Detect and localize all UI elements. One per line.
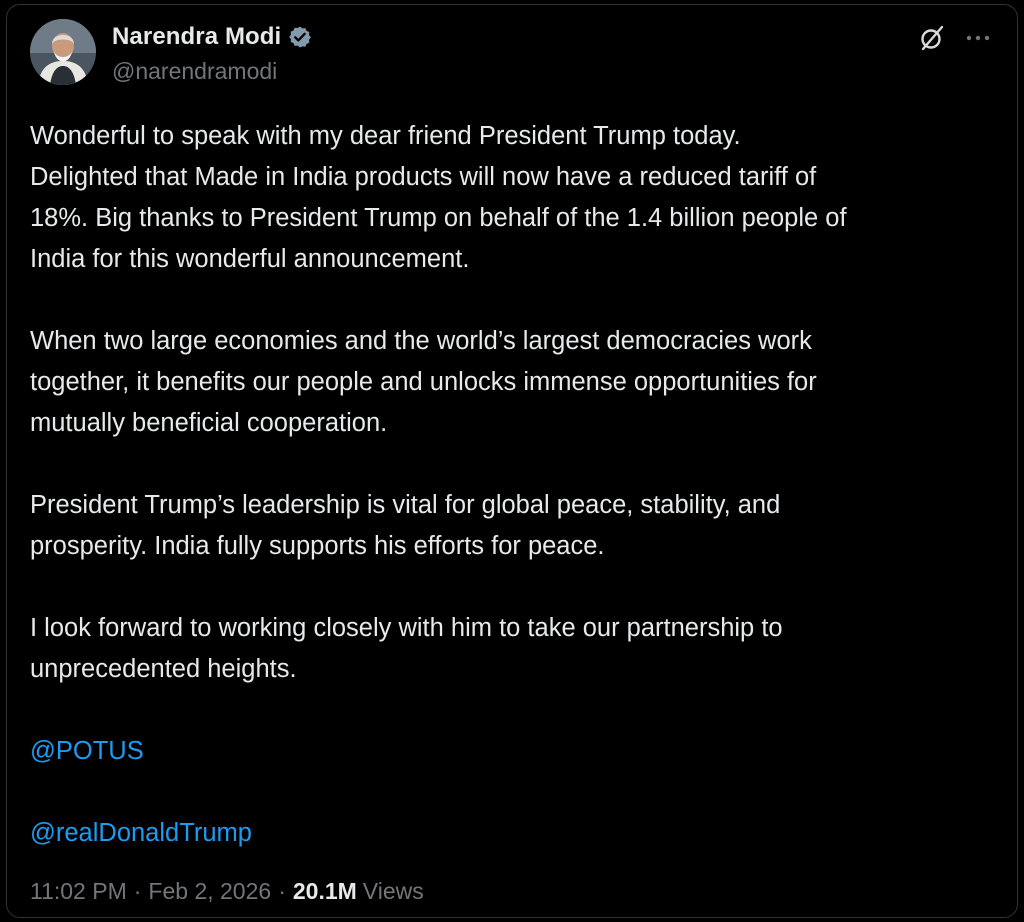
post-body: Wonderful to speak with my dear friend P… bbox=[30, 116, 1005, 895]
meta-separator: · bbox=[278, 878, 286, 904]
post-paragraph: When two large economies and the world’s… bbox=[30, 327, 817, 437]
mention-link-potus[interactable]: @POTUS bbox=[30, 731, 1005, 772]
avatar-photo-icon bbox=[30, 19, 96, 85]
more-options-icon[interactable] bbox=[962, 26, 994, 50]
post-card: Narendra Modi @narendramodi Wonderful to… bbox=[0, 0, 1024, 922]
grok-icon[interactable] bbox=[918, 24, 946, 52]
post-paragraph: Wonderful to speak with my dear friend P… bbox=[30, 122, 847, 273]
post-time[interactable]: 11:02 PM bbox=[30, 878, 127, 905]
verified-badge-icon bbox=[289, 26, 312, 48]
post-meta: 11:02 PM · Feb 2, 2026 · 20.1M Views bbox=[30, 878, 424, 905]
author-name[interactable]: Narendra Modi bbox=[112, 23, 281, 51]
mention-link-realdonaldtrump[interactable]: @realDonaldTrump bbox=[30, 813, 1005, 854]
post-date[interactable]: Feb 2, 2026 bbox=[148, 878, 271, 905]
post-paragraph: I look forward to working closely with h… bbox=[30, 614, 783, 683]
meta-separator: · bbox=[133, 878, 142, 904]
author-avatar[interactable] bbox=[30, 19, 96, 85]
author-name-row[interactable]: Narendra Modi bbox=[112, 22, 312, 52]
author-handle[interactable]: @narendramodi bbox=[112, 58, 277, 85]
views-count[interactable]: 20.1M bbox=[293, 878, 357, 905]
post-paragraph: President Trump’s leadership is vital fo… bbox=[30, 491, 781, 560]
views-label: Views bbox=[362, 878, 424, 904]
